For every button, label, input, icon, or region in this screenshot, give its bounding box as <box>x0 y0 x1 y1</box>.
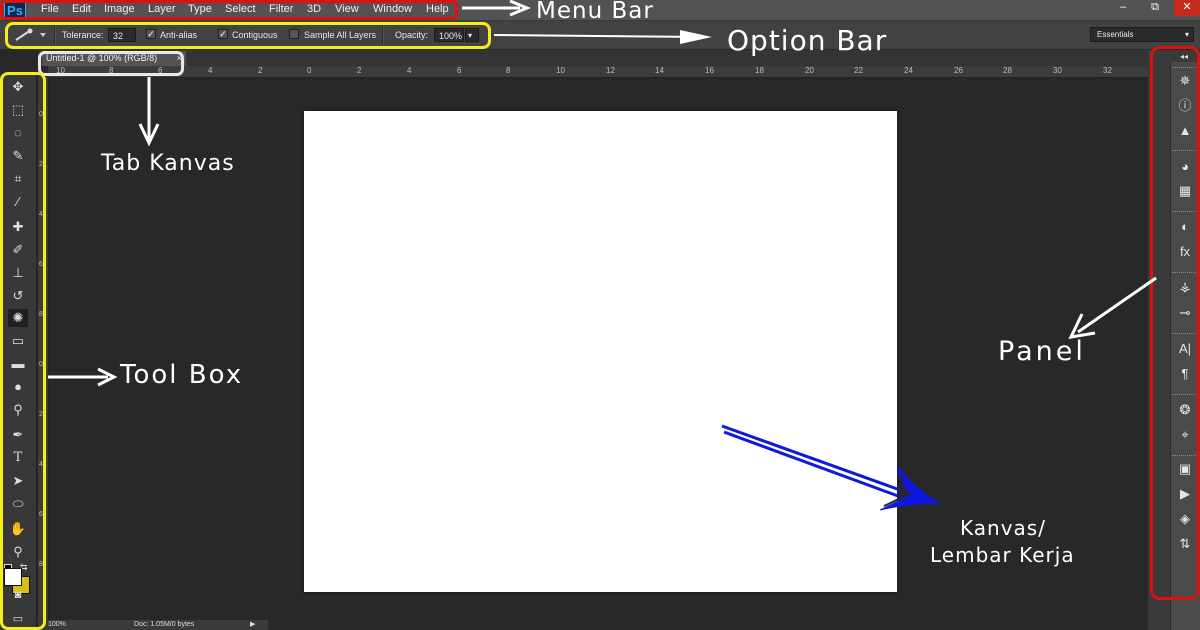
annotation-tab-kanvas: Tab Kanvas <box>101 151 235 176</box>
arrow-menu-bar <box>462 0 531 17</box>
arrow-panel <box>1068 276 1157 339</box>
annotation-kanvas-line1: Kanvas/ <box>960 516 1046 540</box>
arrow-kanvas <box>721 424 941 511</box>
arrow-tool-box <box>48 367 118 387</box>
annotation-menu-bar: Menu Bar <box>536 0 654 24</box>
annotation-panel: Panel <box>998 336 1086 367</box>
annotation-option-bar: Option Bar <box>727 24 888 57</box>
arrow-tab-kanvas <box>138 77 160 147</box>
annotation-kanvas-line2: Lembar Kerja <box>930 543 1075 567</box>
annotation-tool-box: Tool Box <box>120 360 244 390</box>
arrow-option-bar <box>493 30 712 44</box>
